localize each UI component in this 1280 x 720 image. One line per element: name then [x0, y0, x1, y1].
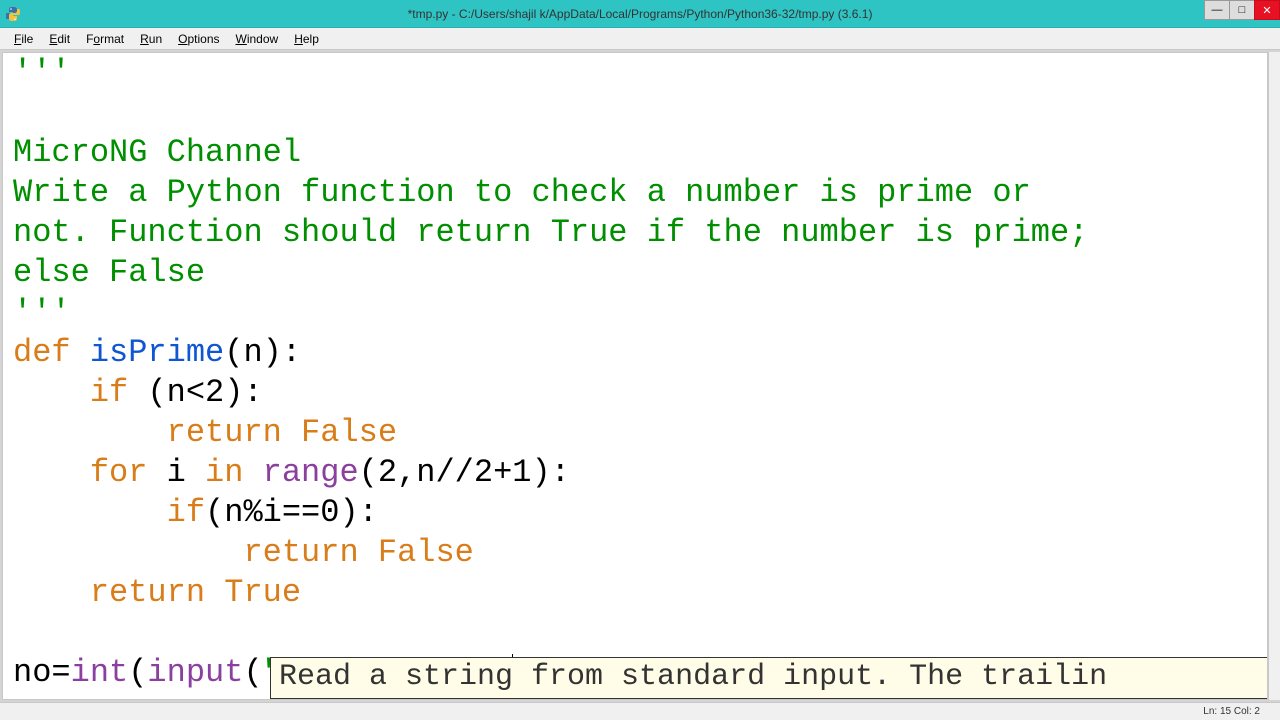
menu-edit[interactable]: Edit: [41, 30, 78, 48]
status-bar: Ln: 15 Col: 2: [0, 702, 1280, 720]
menu-file[interactable]: File: [6, 30, 41, 48]
call-tip: Read a string from standard input. The t…: [270, 657, 1268, 699]
menu-format[interactable]: Format: [78, 30, 132, 48]
menu-run[interactable]: Run: [132, 30, 170, 48]
code-content[interactable]: ''' MicroNG Channel Write a Python funct…: [3, 53, 1267, 693]
app-icon: [3, 4, 23, 24]
cursor-position: Ln: 15 Col: 2: [1203, 706, 1260, 717]
vertical-scrollbar[interactable]: [1268, 52, 1280, 700]
menu-options[interactable]: Options: [170, 30, 227, 48]
maximize-button[interactable]: □: [1229, 0, 1255, 20]
window-title: *tmp.py - C:/Users/shajil k/AppData/Loca…: [408, 7, 873, 21]
menu-help[interactable]: Help: [286, 30, 327, 48]
window-controls: — □ ✕: [1205, 0, 1280, 20]
minimize-button[interactable]: —: [1204, 0, 1230, 20]
menu-window[interactable]: Window: [228, 30, 287, 48]
menu-bar: File Edit Format Run Options Window Help: [0, 28, 1280, 50]
title-bar: *tmp.py - C:/Users/shajil k/AppData/Loca…: [0, 0, 1280, 28]
code-editor[interactable]: ''' MicroNG Channel Write a Python funct…: [2, 52, 1268, 700]
close-button[interactable]: ✕: [1254, 0, 1280, 20]
